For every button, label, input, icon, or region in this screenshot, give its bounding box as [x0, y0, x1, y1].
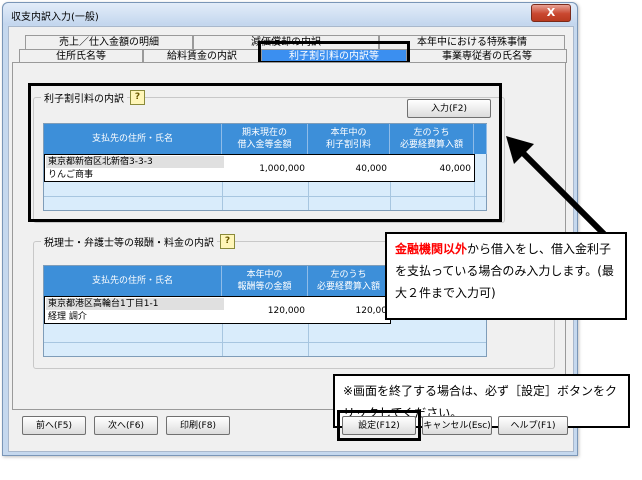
tab-family-employees[interactable]: 事業専従者の氏名等 [407, 49, 567, 63]
fees-col-amount: 本年中の 報酬等の金額 [222, 266, 308, 296]
fees-group-label: 税理士・弁護士等の報酬・料金の内訳 [41, 234, 217, 249]
note-highlight: 金融機関以外 [395, 242, 468, 256]
next-button[interactable]: 次へ(F6) [94, 416, 158, 435]
fees-amount-value[interactable]: 120,000 [223, 298, 309, 324]
fees-col-deductible: 左のうち 必要経費算入額 [308, 266, 390, 296]
title-bar[interactable]: 収支内訳入力(一般) X [3, 3, 577, 25]
print-button[interactable]: 印刷(F8) [166, 416, 230, 435]
tab-sales-purchase[interactable]: 売上／仕入金額の明細 [25, 35, 193, 49]
help-button[interactable]: ヘルプ(F1) [498, 416, 568, 435]
fees-col-payee: 支払先の住所・氏名 [44, 266, 222, 296]
note-callout-interest: 金融機関以外から借入をし、借入金利子を支払っている場合のみ入力します。(最大２件… [385, 232, 627, 320]
close-button[interactable]: X [531, 4, 571, 22]
fees-payee-address[interactable]: 東京都港区高輪台1丁目1-1 [46, 298, 224, 310]
fees-deductible-value[interactable]: 120,00 [309, 298, 391, 324]
tab-wages[interactable]: 給料賃金の内訳 [143, 49, 261, 63]
prev-button[interactable]: 前へ(F5) [22, 416, 86, 435]
grid-line [44, 342, 486, 343]
window-title: 収支内訳入力(一般) [11, 12, 99, 23]
save-button-highlight [337, 410, 421, 441]
fees-help-icon[interactable]: ? [220, 234, 235, 249]
fees-row[interactable]: 東京都港区高輪台1丁目1-1 経理 調介 120,000 120,00 [44, 296, 391, 324]
active-tab-highlight [258, 41, 410, 64]
tab-address-name[interactable]: 住所氏名等 [19, 49, 143, 63]
cancel-button[interactable]: キャンセル(Esc) [422, 416, 492, 435]
fees-payee-name[interactable]: 経理 調介 [46, 311, 87, 323]
interest-group-highlight [28, 83, 502, 222]
